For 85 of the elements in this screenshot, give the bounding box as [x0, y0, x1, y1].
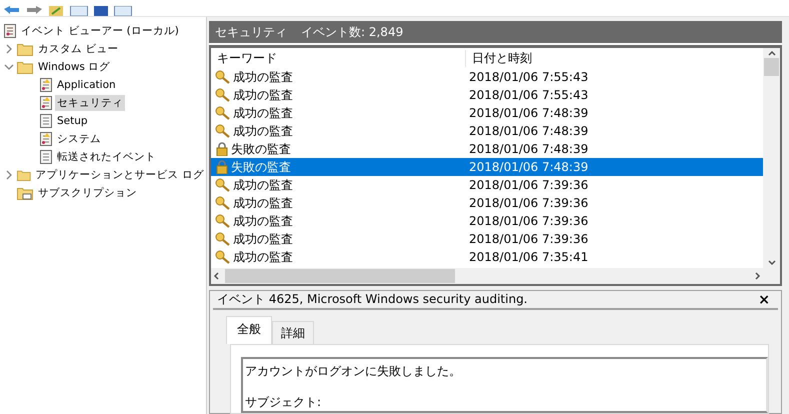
event-title: イベント 4625, Microsoft Windows security auditing. [217, 291, 528, 308]
tree-item[interactable]: カスタム ビュー [36, 41, 120, 57]
tree-item[interactable]: アプリケーションとサービス ログ [34, 167, 206, 183]
scroll-down-icon[interactable] [766, 258, 776, 268]
description-text: サブジェクト: [245, 394, 322, 411]
chevron-right-icon[interactable] [4, 44, 14, 54]
event-row[interactable]: 成功の監査 2018/01/06 7:39:36 [211, 194, 763, 212]
key-icon [215, 124, 231, 138]
log-icon [40, 150, 52, 164]
lock-icon [215, 160, 229, 174]
event-count: イベント数: 2,849 [301, 24, 404, 40]
tree-item[interactable]: Windows ログ [36, 59, 112, 75]
tree-item[interactable]: システム [55, 131, 103, 147]
datetime-cell: 2018/01/06 7:35:41 [469, 250, 588, 264]
event-row[interactable]: 成功の監査 2018/01/06 7:39:36 [211, 212, 763, 230]
keyword-cell: 成功の監査 [233, 86, 293, 104]
pane-icon[interactable] [114, 6, 132, 16]
vertical-scrollbar[interactable] [763, 48, 780, 268]
tab[interactable]: 詳細 [272, 321, 314, 344]
event-row[interactable]: 成功の監査 2018/01/06 7:48:39 [211, 104, 763, 122]
description-text: アカウントがログオンに失敗しました。 [245, 363, 462, 380]
keyword-cell: 成功の監査 [233, 68, 293, 86]
keyword-cell: 失敗の監査 [231, 140, 291, 158]
key-icon [215, 70, 231, 84]
datetime-cell: 2018/01/06 7:48:39 [469, 160, 588, 174]
keyword-cell: 成功の監査 [233, 212, 293, 230]
column-header[interactable]: 日付と時刻 [466, 50, 532, 66]
horizontal-scrollbar[interactable] [211, 268, 780, 284]
scrollbar-thumb[interactable] [764, 58, 779, 76]
log-icon [40, 78, 52, 92]
keyword-cell: 失敗の監査 [231, 158, 291, 176]
key-icon [215, 214, 231, 228]
event-row[interactable]: 成功の監査 2018/01/06 7:48:39 [211, 122, 763, 140]
tab[interactable]: 全般 [226, 316, 272, 344]
keyword-cell: 成功の監査 [233, 104, 293, 122]
key-icon [215, 232, 231, 246]
keyword-cell: 成功の監査 [233, 194, 293, 212]
scroll-left-icon[interactable] [211, 271, 221, 281]
datetime-cell: 2018/01/06 7:48:39 [469, 106, 588, 120]
event-row[interactable]: 失敗の監査 2018/01/06 7:48:39 [211, 158, 763, 176]
tree-item[interactable]: 転送されたイベント [55, 149, 158, 165]
datetime-cell: 2018/01/06 7:39:36 [469, 196, 588, 210]
log-icon [40, 96, 52, 110]
pane-icon[interactable] [70, 6, 88, 16]
datetime-cell: 2018/01/06 7:39:36 [469, 214, 588, 228]
key-icon [215, 88, 231, 102]
event-row[interactable]: 成功の監査 2018/01/06 7:39:36 [211, 176, 763, 194]
event-row[interactable]: 成功の監査 2018/01/06 7:39:36 [211, 230, 763, 248]
tree-item[interactable]: サブスクリプション [36, 185, 139, 201]
key-icon [215, 178, 231, 192]
chevron-right-icon[interactable] [4, 170, 14, 180]
panel-title: セキュリティ [215, 24, 287, 40]
forward-arrow-icon[interactable] [26, 6, 42, 16]
back-arrow-icon[interactable] [4, 6, 20, 16]
scroll-up-icon[interactable] [766, 48, 776, 58]
datetime-cell: 2018/01/06 7:55:43 [469, 88, 588, 102]
datetime-cell: 2018/01/06 7:39:36 [469, 178, 588, 192]
event-row[interactable]: 成功の監査 2018/01/06 7:55:43 [211, 86, 763, 104]
column-header[interactable]: キーワード [211, 50, 466, 66]
chevron-down-icon[interactable] [4, 62, 14, 72]
datetime-cell: 2018/01/06 7:48:39 [469, 142, 588, 156]
tree-item[interactable]: Application [55, 78, 118, 92]
key-icon [215, 196, 231, 210]
keyword-cell: 成功の監査 [233, 248, 293, 266]
log-icon [40, 114, 52, 128]
keyword-cell: 成功の監査 [233, 230, 293, 248]
tree-item[interactable]: イベント ビューアー (ローカル) [19, 23, 181, 39]
scroll-right-icon[interactable] [753, 271, 763, 281]
event-row[interactable]: 失敗の監査 2018/01/06 7:48:39 [211, 140, 763, 158]
keyword-cell: 成功の監査 [233, 176, 293, 194]
event-row[interactable]: 成功の監査 2018/01/06 7:55:43 [211, 68, 763, 86]
log-viewer-icon [4, 24, 16, 38]
close-button[interactable]: × [758, 292, 770, 308]
log-icon [40, 132, 52, 146]
datetime-cell: 2018/01/06 7:48:39 [469, 124, 588, 138]
lock-icon [215, 142, 229, 156]
tree-item[interactable]: Setup [55, 114, 90, 128]
keyword-cell: 成功の監査 [233, 122, 293, 140]
key-icon [215, 250, 231, 264]
scrollbar-thumb[interactable] [225, 269, 455, 283]
key-icon [215, 106, 231, 120]
event-row[interactable]: 成功の監査 2018/01/06 7:35:41 [211, 248, 763, 266]
tree-item[interactable]: セキュリティ [55, 95, 125, 111]
datetime-cell: 2018/01/06 7:55:43 [469, 70, 588, 84]
datetime-cell: 2018/01/06 7:39:36 [469, 232, 588, 246]
